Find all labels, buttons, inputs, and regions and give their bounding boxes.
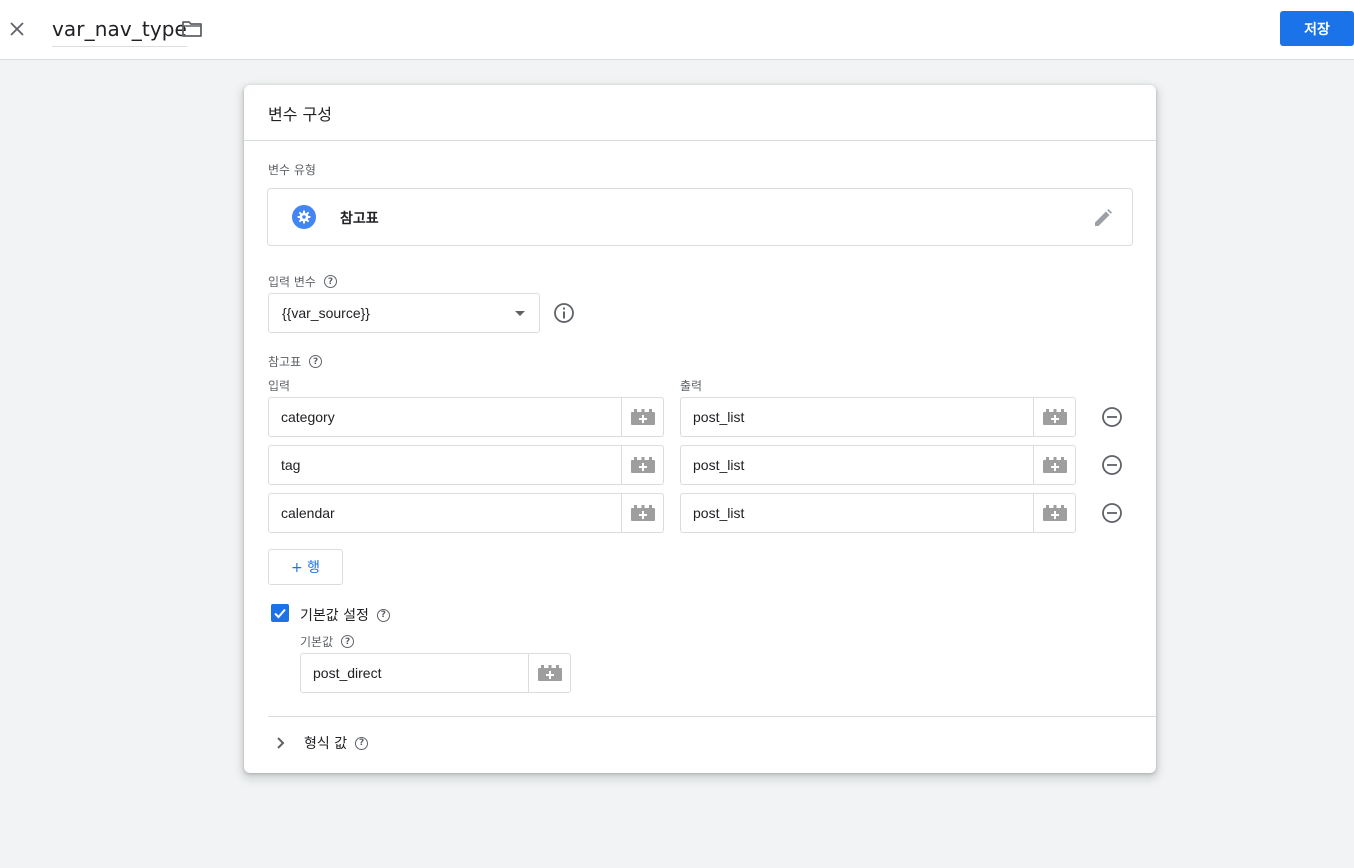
default-value-checkbox[interactable] xyxy=(271,604,289,622)
default-value-field-label: 기본값 xyxy=(300,635,334,649)
lookup-output-field[interactable]: post_list xyxy=(680,493,1076,533)
divider xyxy=(268,716,1156,717)
variable-brick-icon xyxy=(631,505,655,521)
help-icon[interactable]: ? xyxy=(309,355,323,368)
input-variable-label-row: 입력 변수 ? xyxy=(268,273,337,290)
input-column-header: 입력 xyxy=(268,379,291,393)
lookup-input-field[interactable]: calendar xyxy=(268,493,664,533)
card-header: 변수 구성 xyxy=(244,85,1156,141)
top-bar: var_nav_type 저장 xyxy=(0,0,1354,60)
default-value-field-label-row: 기본값 ? xyxy=(300,633,355,650)
field-value: post_direct xyxy=(313,665,382,681)
edit-button[interactable] xyxy=(1092,207,1114,229)
close-icon xyxy=(10,22,24,36)
pencil-icon xyxy=(1095,209,1112,226)
remove-row-button[interactable] xyxy=(1101,454,1123,476)
minus-circle-icon xyxy=(1101,406,1123,428)
variable-brick-icon xyxy=(1043,409,1067,425)
variable-brick-icon xyxy=(1043,457,1067,473)
variable-picker-button[interactable] xyxy=(528,654,570,692)
lookup-input-field[interactable]: category xyxy=(268,397,664,437)
remove-row-button[interactable] xyxy=(1101,406,1123,428)
minus-circle-icon xyxy=(1101,454,1123,476)
variable-brick-icon xyxy=(538,665,562,681)
output-column-header: 출력 xyxy=(680,379,703,393)
field-value: calendar xyxy=(281,505,335,521)
field-value: post_list xyxy=(693,457,745,473)
info-button[interactable] xyxy=(553,302,575,324)
minus-circle-icon xyxy=(1101,502,1123,524)
variable-type-name: 참고표 xyxy=(340,211,379,227)
help-icon[interactable]: ? xyxy=(376,608,390,622)
format-value-expander[interactable]: 형식 값 ? xyxy=(268,730,369,756)
default-value-field[interactable]: post_direct xyxy=(300,653,571,693)
variable-picker-button[interactable] xyxy=(1033,494,1075,532)
close-button[interactable] xyxy=(4,16,30,42)
help-icon[interactable]: ? xyxy=(355,736,369,750)
field-value: category xyxy=(281,409,335,425)
format-value-label: 형식 값 xyxy=(304,736,348,752)
variable-config-card: 변수 구성 변수 유형 참고표 입력 변수 ? {{var_source}} 참… xyxy=(244,85,1156,773)
variable-picker-button[interactable] xyxy=(621,446,663,484)
default-value-checkbox-label: 기본값 설정 xyxy=(300,608,369,624)
help-icon[interactable]: ? xyxy=(341,635,355,648)
field-value: tag xyxy=(281,457,301,473)
checkmark-icon xyxy=(274,608,286,619)
variable-picker-button[interactable] xyxy=(621,398,663,436)
variable-type-box[interactable]: 참고표 xyxy=(267,188,1133,246)
card-title: 변수 구성 xyxy=(268,105,332,124)
field-value: post_list xyxy=(693,409,745,425)
field-value: post_list xyxy=(693,505,745,521)
variable-picker-button[interactable] xyxy=(1033,398,1075,436)
add-row-button[interactable]: + 행 xyxy=(268,549,343,585)
lookup-input-field[interactable]: tag xyxy=(268,445,664,485)
variable-brick-icon xyxy=(631,457,655,473)
chevron-right-icon xyxy=(277,737,285,749)
folder-button[interactable] xyxy=(180,17,204,41)
dropdown-arrow-icon xyxy=(515,311,525,316)
folder-icon xyxy=(182,21,202,37)
variable-brick-icon xyxy=(1043,505,1067,521)
default-value-label-row: 기본값 설정 ? xyxy=(300,605,390,625)
variable-picker-button[interactable] xyxy=(1033,446,1075,484)
variable-name-input[interactable]: var_nav_type xyxy=(52,16,187,47)
help-icon[interactable]: ? xyxy=(323,275,337,288)
input-variable-label: 입력 변수 xyxy=(268,275,316,289)
lookup-table-label-row: 참고표 ? xyxy=(268,353,323,370)
variable-picker-button[interactable] xyxy=(621,494,663,532)
info-icon xyxy=(554,303,574,323)
save-button[interactable]: 저장 xyxy=(1280,11,1354,46)
variable-brick-icon xyxy=(631,409,655,425)
variable-type-label: 변수 유형 xyxy=(268,163,316,177)
lookup-output-field[interactable]: post_list xyxy=(680,445,1076,485)
input-variable-select[interactable]: {{var_source}} xyxy=(268,293,540,333)
remove-row-button[interactable] xyxy=(1101,502,1123,524)
lookup-output-field[interactable]: post_list xyxy=(680,397,1076,437)
lookup-table-label: 참고표 xyxy=(268,355,302,369)
input-variable-value: {{var_source}} xyxy=(282,305,370,321)
gear-icon xyxy=(292,205,316,229)
